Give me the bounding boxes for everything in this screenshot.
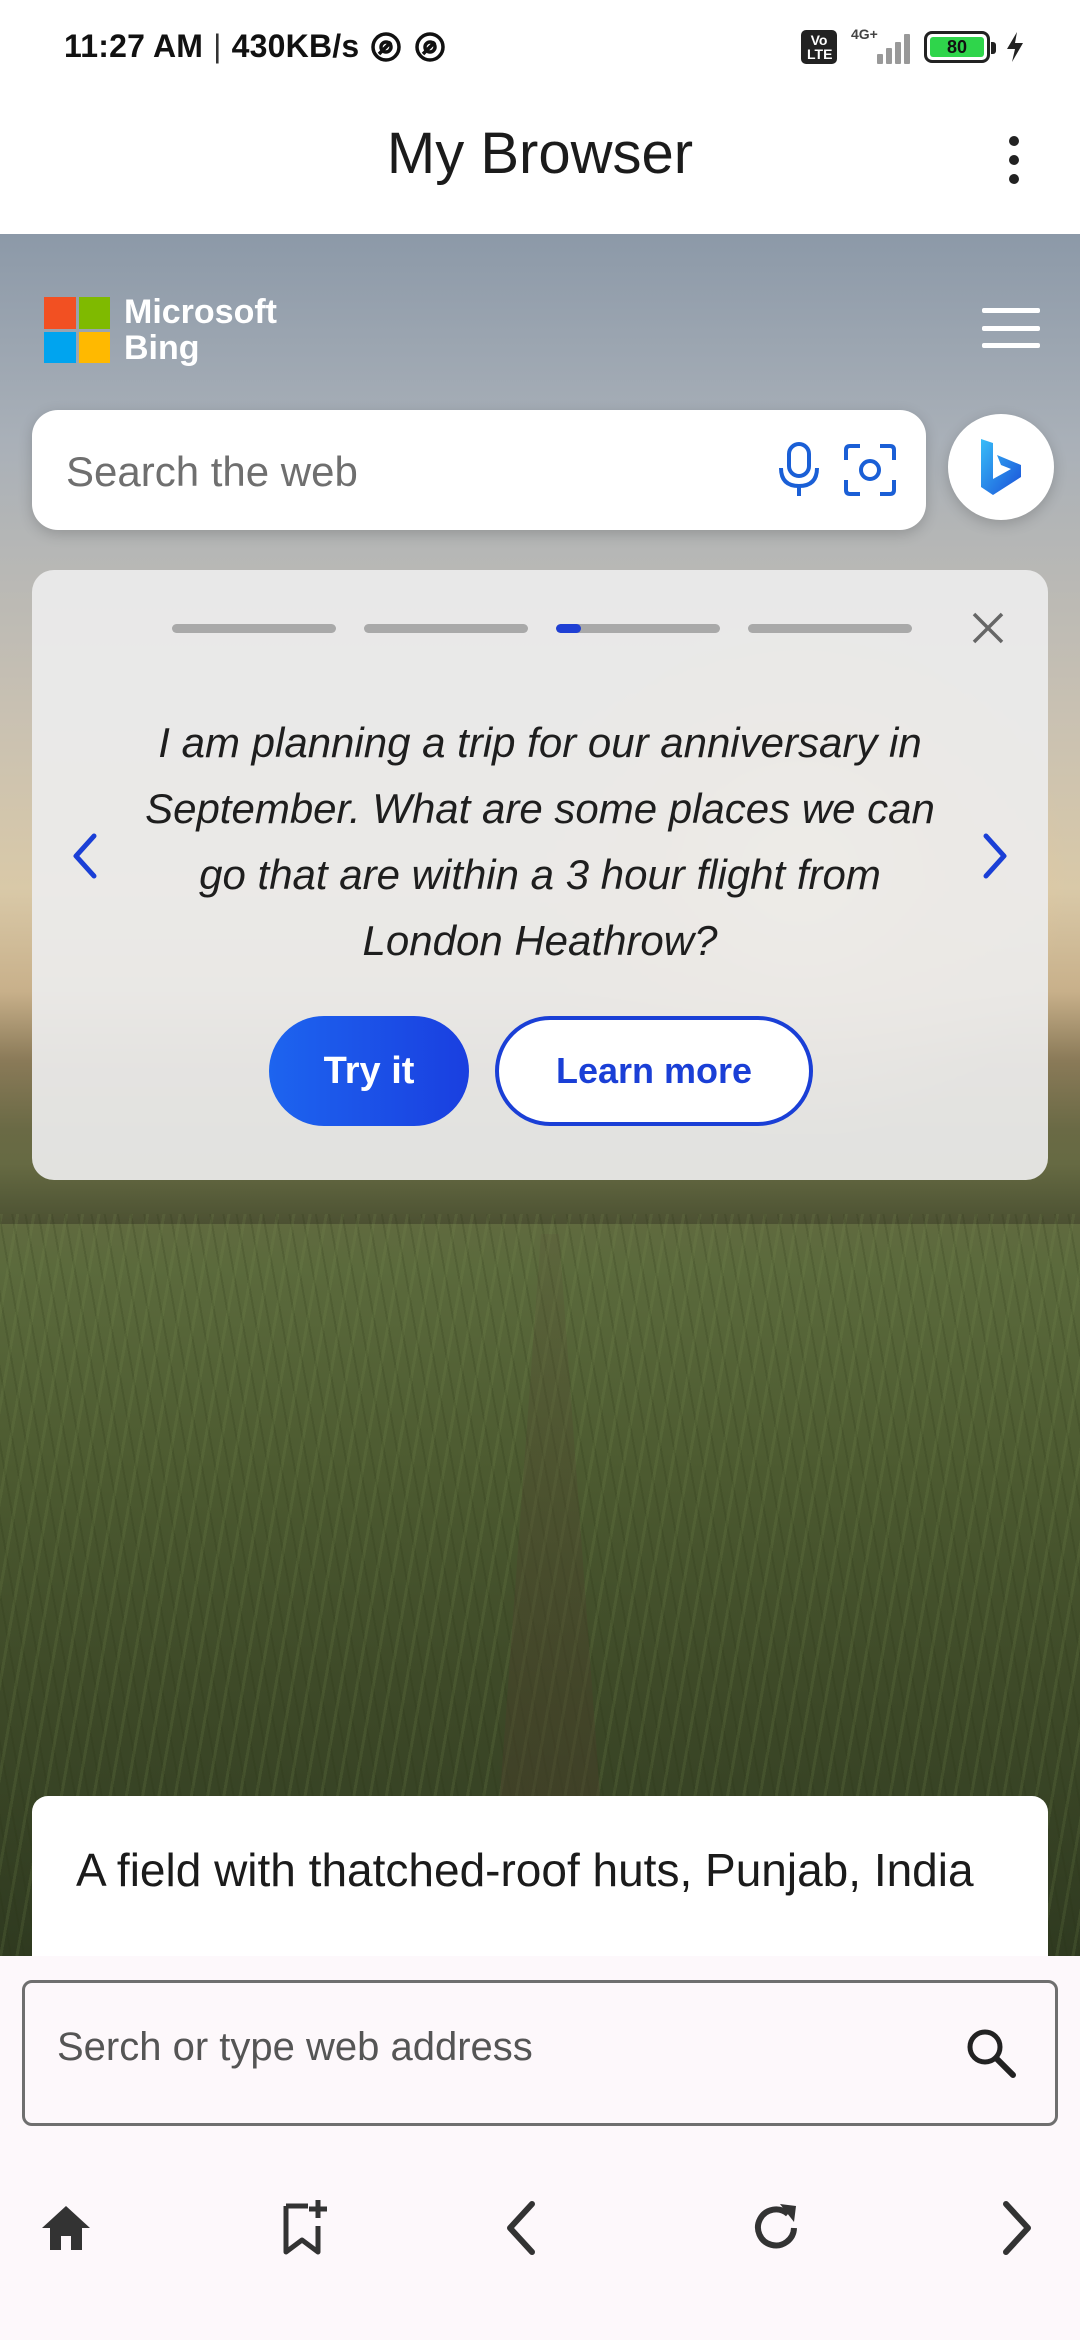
charging-icon	[1007, 32, 1023, 62]
address-bar-area: Serch or type web address	[0, 1956, 1080, 2140]
home-icon	[42, 2206, 90, 2250]
learn-more-button[interactable]: Learn more	[495, 1016, 813, 1126]
status-separator: |	[213, 28, 222, 64]
bing-logo[interactable]: Microsoft Bing	[44, 294, 277, 366]
carousel-progress-segment[interactable]	[556, 624, 720, 633]
status-speed: 430KB/s	[231, 28, 360, 64]
at-sign-icon	[371, 31, 402, 62]
volte-icon: Vo LTE	[801, 30, 837, 64]
signal-icon: 4G+	[851, 26, 910, 64]
prompt-carousel: I am planning a trip for our anniversary…	[32, 570, 1048, 1180]
microsoft-logo-icon	[44, 297, 110, 363]
status-bar: 11:27 AM | 430KB/s Vo LTE 4G+ 80	[0, 0, 1080, 100]
back-button[interactable]	[484, 2188, 564, 2268]
refresh-button[interactable]	[736, 2188, 816, 2268]
camera-lens-icon[interactable]	[840, 440, 900, 500]
back-icon	[507, 2201, 535, 2255]
battery-icon: 80	[924, 31, 996, 63]
search-icon[interactable]	[961, 2023, 1021, 2083]
bookmark-add-button[interactable]	[264, 2188, 344, 2268]
network-type-label: 4G+	[851, 26, 878, 42]
bing-b-icon	[981, 439, 1021, 495]
web-view[interactable]: Microsoft Bing Search the web I am plann…	[0, 234, 1080, 1956]
refresh-icon	[755, 2204, 797, 2249]
home-button[interactable]	[26, 2188, 106, 2268]
chevron-left-icon[interactable]	[64, 826, 104, 886]
try-it-button[interactable]: Try it	[269, 1016, 469, 1126]
app-bar: My Browser	[0, 100, 1080, 234]
copilot-button[interactable]	[948, 414, 1054, 520]
prompt-text: I am planning a trip for our anniversary…	[145, 719, 935, 964]
more-vertical-icon[interactable]	[994, 130, 1034, 190]
carousel-progress-segment[interactable]	[364, 624, 528, 633]
status-left: 11:27 AM | 430KB/s	[64, 28, 447, 65]
image-caption-card[interactable]: A field with thatched-roof huts, Punjab,…	[32, 1796, 1048, 1956]
forward-button[interactable]	[974, 2188, 1054, 2268]
carousel-progress	[172, 624, 912, 633]
carousel-progress-segment[interactable]	[748, 624, 912, 633]
status-right: Vo LTE 4G+ 80	[801, 26, 1026, 64]
chevron-right-icon[interactable]	[976, 826, 1016, 886]
image-caption: A field with thatched-roof huts, Punjab,…	[76, 1844, 974, 1896]
volte-label: Vo LTE	[807, 32, 833, 62]
address-placeholder: Serch or type web address	[57, 2025, 533, 2069]
bing-logo-text: Microsoft Bing	[124, 293, 277, 367]
at-sign-icon	[415, 31, 446, 62]
bookmark-add-icon	[283, 2200, 327, 2255]
search-placeholder: Search the web	[66, 448, 358, 495]
close-icon[interactable]	[968, 608, 1008, 648]
forward-icon	[1003, 2201, 1031, 2255]
bing-search-input[interactable]: Search the web	[32, 410, 926, 530]
bottom-navigation	[0, 2140, 1080, 2340]
app-title: My Browser	[386, 121, 694, 186]
hamburger-icon[interactable]	[982, 308, 1040, 348]
address-input[interactable]: Serch or type web address	[22, 1980, 1058, 2126]
status-time: 11:27 AM	[64, 28, 204, 64]
mic-icon[interactable]	[772, 440, 826, 500]
battery-level: 80	[930, 37, 984, 57]
carousel-progress-segment[interactable]	[172, 624, 336, 633]
